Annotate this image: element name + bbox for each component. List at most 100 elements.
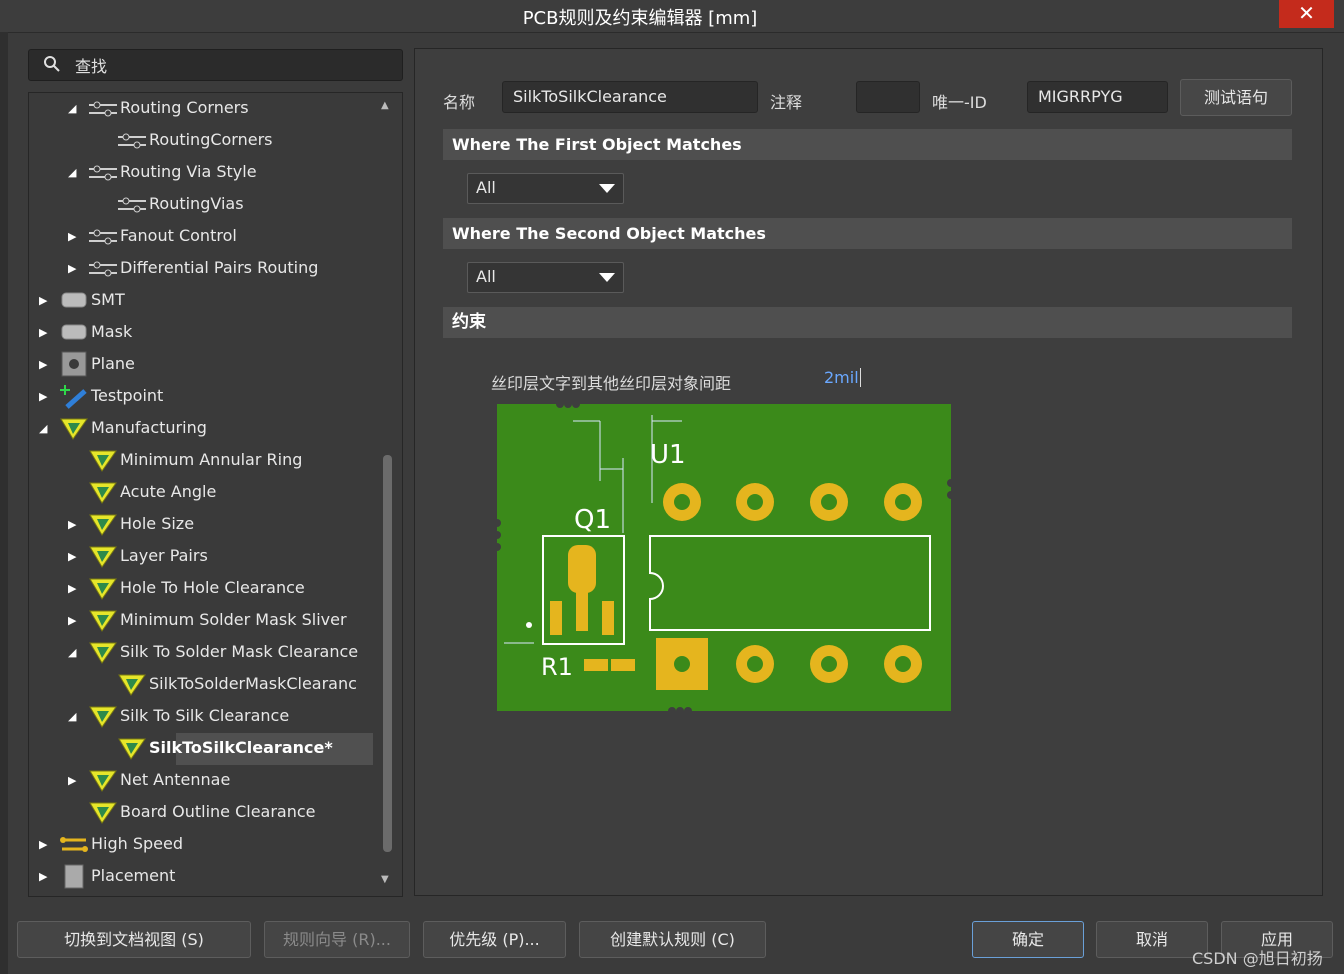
unique-id-field[interactable]: MIGRRPYG	[1027, 81, 1168, 113]
tree-item-label: Testpoint	[91, 386, 164, 405]
collapsed-arrow-icon[interactable]: ▶	[68, 230, 80, 243]
rule-icon	[60, 418, 88, 440]
tree-item[interactable]: ◢ Routing Via Style	[29, 158, 381, 186]
tree-item-label: Net Antennae	[120, 770, 231, 789]
tree-scrollbar-thumb[interactable]	[383, 455, 392, 852]
second-match-select[interactable]: All	[467, 262, 624, 293]
window-left-edge	[0, 32, 8, 974]
collapsed-arrow-icon[interactable]: ▶	[68, 582, 80, 595]
scroll-up-icon[interactable]: ▲	[381, 100, 389, 111]
create-default-rules-button[interactable]: 创建默认规则 (C)	[579, 921, 766, 958]
tree-item[interactable]: ▶ Differential Pairs Routing	[29, 254, 381, 282]
tree-item[interactable]: ▶ High Speed	[29, 830, 381, 858]
tree-item-label: Manufacturing	[91, 418, 207, 437]
collapsed-arrow-icon[interactable]: ▶	[39, 838, 51, 851]
silk-clearance-value[interactable]: 2mil	[824, 368, 861, 387]
tree-item-label: Minimum Annular Ring	[120, 450, 303, 469]
tree-item[interactable]: Acute Angle	[29, 478, 381, 506]
first-match-header: Where The First Object Matches	[443, 129, 1292, 160]
testpoint-icon	[60, 385, 87, 409]
tree-item[interactable]: Minimum Annular Ring	[29, 446, 381, 474]
mask-icon	[61, 324, 87, 340]
routing-icon	[118, 133, 146, 149]
tree-item[interactable]: ▶ SMT	[29, 286, 381, 314]
ok-button[interactable]: 确定	[972, 921, 1084, 958]
rule-icon	[118, 738, 146, 760]
tree-item-label: Placement	[91, 866, 176, 885]
tree-item[interactable]: SilkToSolderMaskClearanc	[29, 670, 381, 698]
tree-item[interactable]: ▶ Net Antennae	[29, 766, 381, 794]
search-icon	[44, 56, 60, 72]
tree-item[interactable]: ▶ Layer Pairs	[29, 542, 381, 570]
tree-item[interactable]: ◢ Manufacturing	[29, 414, 381, 442]
tree-item-label: Acute Angle	[120, 482, 217, 501]
collapsed-arrow-icon[interactable]: ▶	[39, 358, 51, 371]
rule-icon	[89, 802, 117, 824]
collapsed-arrow-icon[interactable]: ▶	[68, 550, 80, 563]
tree-item[interactable]: ▶ Plane	[29, 350, 381, 378]
document-view-button[interactable]: 切换到文档视图 (S)	[17, 921, 251, 958]
name-field[interactable]: SilkToSilkClearance	[502, 81, 758, 113]
expanded-arrow-icon[interactable]: ◢	[39, 422, 51, 435]
tree-item[interactable]: ▶ Testpoint	[29, 382, 381, 410]
unique-id-label: 唯一-ID	[932, 93, 987, 112]
highspeed-icon	[60, 837, 88, 852]
chevron-down-icon	[599, 184, 615, 193]
tree-item-label: Mask	[91, 322, 133, 341]
priority-button[interactable]: 优先级 (P)...	[423, 921, 566, 958]
tree-item-label: Differential Pairs Routing	[120, 258, 319, 277]
collapsed-arrow-icon[interactable]: ▶	[68, 774, 80, 787]
collapsed-arrow-icon[interactable]: ▶	[68, 614, 80, 627]
tree-item[interactable]: ▶ Minimum Solder Mask Sliver	[29, 606, 381, 634]
tree-item-label: Fanout Control	[120, 226, 237, 245]
tree-item[interactable]: Board Outline Clearance	[29, 798, 381, 826]
close-button[interactable]: ✕	[1279, 0, 1334, 28]
comment-label: 注释	[770, 93, 803, 112]
smt-icon	[61, 292, 87, 308]
tree-item[interactable]: ▶ Mask	[29, 318, 381, 346]
tree-item-label: SMT	[91, 290, 125, 309]
tree-item[interactable]: ▶ Fanout Control	[29, 222, 381, 250]
silk-clearance-label: 丝印层文字到其他丝印层对象间距	[491, 374, 732, 393]
expanded-arrow-icon[interactable]: ◢	[68, 646, 80, 659]
expanded-arrow-icon[interactable]: ◢	[68, 710, 80, 723]
rule-icon	[89, 610, 117, 632]
test-query-button[interactable]: 测试语句	[1180, 79, 1292, 116]
plane-icon	[61, 351, 87, 377]
rule-icon	[89, 546, 117, 568]
tree-item[interactable]: ▶ Hole Size	[29, 510, 381, 538]
tree-item-label: RoutingCorners	[149, 130, 273, 149]
collapsed-arrow-icon[interactable]: ▶	[39, 294, 51, 307]
rule-wizard-button[interactable]: 规则向导 (R)...	[264, 921, 410, 958]
collapsed-arrow-icon[interactable]: ▶	[68, 518, 80, 531]
tree-item-label: Silk To Solder Mask Clearance	[120, 642, 359, 661]
collapsed-arrow-icon[interactable]: ▶	[68, 262, 80, 275]
tree-item[interactable]: ▶ Placement	[29, 862, 381, 890]
tree-item[interactable]: RoutingCorners	[29, 126, 381, 154]
expanded-arrow-icon[interactable]: ◢	[68, 166, 80, 179]
collapsed-arrow-icon[interactable]: ▶	[39, 870, 51, 883]
tree-item-label: Layer Pairs	[120, 546, 208, 565]
scroll-down-icon[interactable]: ▼	[381, 874, 389, 885]
tree-item[interactable]: RoutingVias	[29, 190, 381, 218]
tree-item[interactable]: ◢ Silk To Solder Mask Clearance	[29, 638, 381, 666]
tree-item[interactable]: ◢ Routing Corners	[29, 94, 381, 122]
second-match-value: All	[476, 267, 496, 286]
rule-tree[interactable]: ◢ Routing Corners RoutingCorners ◢ Routing V…	[28, 92, 403, 897]
collapsed-arrow-icon[interactable]: ▶	[39, 390, 51, 403]
search-input[interactable]: 查找	[75, 53, 107, 77]
expanded-arrow-icon[interactable]: ◢	[68, 102, 80, 115]
tree-item[interactable]: ◢ Silk To Silk Clearance	[29, 702, 381, 730]
rule-icon	[89, 770, 117, 792]
tree-item-label: Routing Via Style	[120, 162, 257, 181]
q1-designator: Q1	[574, 505, 611, 535]
collapsed-arrow-icon[interactable]: ▶	[39, 326, 51, 339]
comment-field[interactable]	[856, 81, 920, 113]
tree-item[interactable]: ▶ Hole To Hole Clearance	[29, 574, 381, 602]
routing-icon	[89, 165, 117, 181]
rule-icon	[118, 674, 146, 696]
rule-icon	[89, 482, 117, 504]
tree-item-label: Routing Corners	[120, 98, 249, 117]
tree-item-label: RoutingVias	[149, 194, 244, 213]
first-match-select[interactable]: All	[467, 173, 624, 204]
